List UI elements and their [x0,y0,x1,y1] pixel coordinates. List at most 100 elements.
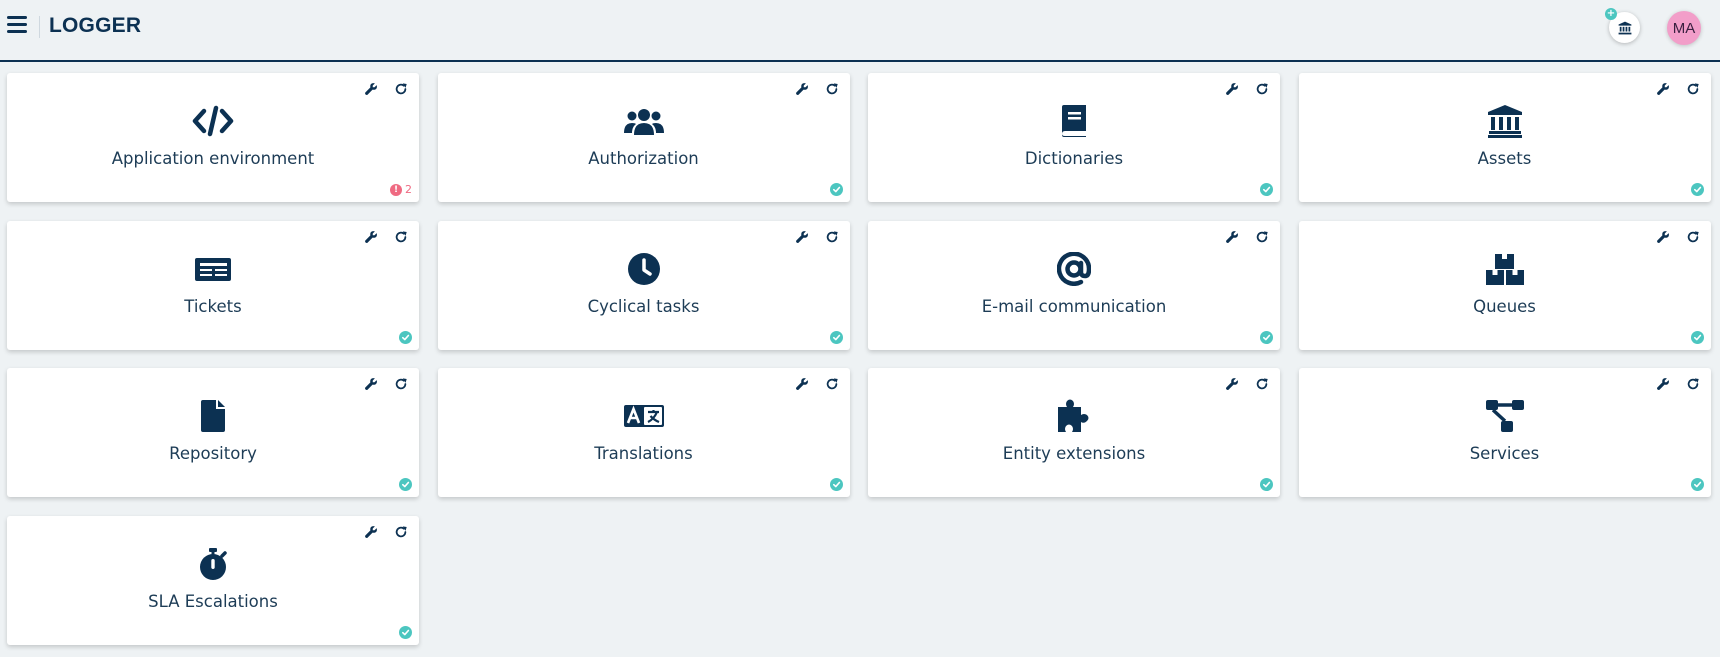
card-label: Application environment [111,149,315,168]
user-avatar[interactable]: MA [1667,11,1701,45]
refresh-icon [1256,230,1268,242]
check-icon [399,625,412,639]
book-icon [1052,103,1096,139]
card-tools [794,376,840,392]
module-grid: Application environment! 2 Authorization Di… [7,73,1711,645]
refresh-button[interactable] [824,81,840,97]
card-tools [363,376,409,392]
card-tools [1224,376,1270,392]
settings-button[interactable] [1224,376,1240,392]
settings-button[interactable] [363,229,379,245]
module-card[interactable]: Entity extensions [868,368,1280,497]
settings-button[interactable] [1224,81,1240,97]
card-label: SLA Escalations [148,591,278,611]
code-icon [191,103,235,139]
settings-button[interactable] [1655,81,1671,97]
card-tools [363,81,409,97]
refresh-icon [1687,378,1699,390]
wrench-icon [365,83,377,95]
refresh-button[interactable] [1685,376,1701,392]
status-indicator [829,183,843,196]
error-icon: ! [390,183,402,196]
card-label: Services [1469,444,1540,463]
file-icon [191,398,235,434]
add-badge: + [1605,8,1617,20]
module-card[interactable]: Repository [7,368,419,497]
stopwatch-icon [191,546,235,582]
wrench-icon [795,378,808,390]
check-icon [1260,183,1273,196]
module-card[interactable]: Cyclical tasks [437,220,850,350]
settings-button[interactable] [1224,229,1240,245]
card-label: Queues [1473,296,1536,316]
wrench-icon [1226,230,1238,243]
module-card[interactable]: Translations [437,368,850,497]
puzzle-icon [1052,398,1096,434]
module-card[interactable]: Assets [1298,73,1711,202]
boxes-icon [1483,251,1527,287]
clock-icon [622,251,666,287]
wrench-icon [1226,378,1238,390]
refresh-button[interactable] [1685,81,1701,97]
wrench-icon [1656,83,1669,95]
check-icon [1260,478,1273,491]
top-bar: LOGGER + MA [0,0,1720,62]
settings-button[interactable] [363,81,379,97]
settings-button[interactable] [363,376,379,392]
error-count: 2 [405,183,412,196]
card-label: Entity extensions [1002,444,1146,463]
check-icon [1690,330,1704,344]
card-label: Repository [169,444,257,463]
settings-button[interactable] [1655,376,1671,392]
newspaper-icon [191,251,235,287]
wrench-icon [795,83,808,95]
status-indicator [829,478,843,491]
card-tools [363,524,409,540]
refresh-button[interactable] [393,524,409,540]
refresh-button[interactable] [1685,229,1701,245]
settings-button[interactable] [1655,229,1671,245]
wrench-icon [365,378,377,390]
refresh-button[interactable] [1254,376,1270,392]
module-card[interactable]: E-mail communication [868,220,1280,350]
card-tools [1224,81,1270,97]
module-card[interactable]: Services [1298,368,1711,497]
refresh-button[interactable] [393,376,409,392]
check-icon [399,478,412,491]
refresh-icon [1256,378,1268,390]
refresh-button[interactable] [824,376,840,392]
module-card[interactable]: Queues [1298,220,1711,350]
sitemap-icon [1483,398,1527,434]
refresh-icon [395,83,407,95]
card-tools [1655,81,1701,97]
module-card[interactable]: Tickets [7,220,419,350]
check-icon [399,330,412,344]
hamburger-menu-icon[interactable] [7,16,27,34]
refresh-button[interactable] [1254,229,1270,245]
settings-button[interactable] [794,229,810,245]
settings-button[interactable] [794,81,810,97]
wrench-icon [1656,378,1669,390]
refresh-button[interactable] [1254,81,1270,97]
institution-button[interactable]: + [1605,8,1640,43]
refresh-icon [826,83,838,95]
module-card[interactable]: SLA Escalations [7,515,419,645]
card-tools [363,229,409,245]
refresh-icon [1256,83,1268,95]
refresh-icon [1687,83,1699,95]
check-icon [829,183,843,196]
settings-button[interactable] [363,524,379,540]
module-card[interactable]: Dictionaries [868,73,1280,202]
check-icon [1260,330,1273,344]
status-indicator [1690,330,1704,344]
module-card[interactable]: Application environment! 2 [7,73,419,202]
module-card[interactable]: Authorization [437,73,850,202]
refresh-button[interactable] [393,81,409,97]
bank-icon [1618,21,1631,34]
settings-button[interactable] [794,376,810,392]
refresh-button[interactable] [393,229,409,245]
refresh-icon [395,525,407,537]
status-indicator [399,625,412,639]
refresh-button[interactable] [824,229,840,245]
check-icon [829,330,843,344]
